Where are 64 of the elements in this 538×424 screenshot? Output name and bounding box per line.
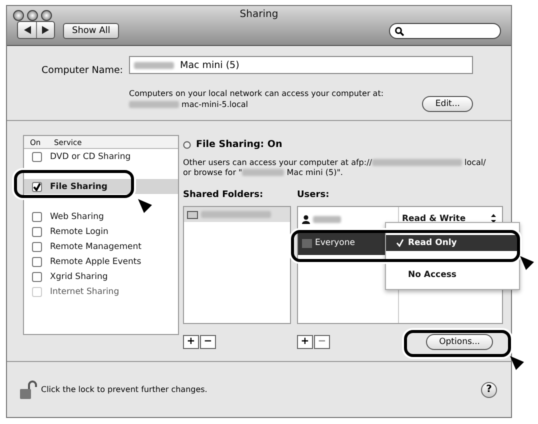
checkbox[interactable] [32,182,42,192]
status-title: File Sharing: On [196,139,282,150]
pointer-arrow-icon [520,256,534,270]
checkbox[interactable] [32,272,42,282]
person-icon [302,214,310,224]
network-note: Computers on your local network can access your computer at: [129,88,384,99]
folder-icon [187,210,198,219]
service-name: DVD or CD Sharing [50,152,131,162]
checkbox[interactable] [32,242,42,252]
options-button[interactable]: Options... [426,334,493,350]
service-name: Remote Apple Events [50,256,142,266]
service-row[interactable]: File Sharing [24,179,178,194]
service-name: Web Sharing [50,212,104,222]
folder-row[interactable] [184,207,290,222]
check-icon [33,182,41,190]
show-all-button[interactable]: Show All [63,23,120,39]
service-name: Internet Sharing [50,286,120,296]
up-down-arrows-icon [491,214,496,223]
menu-item[interactable]: Read Only [386,235,519,251]
window-title: Sharing [238,9,280,20]
checkbox[interactable] [32,226,42,236]
group-icon [302,238,312,248]
user-row[interactable]: Read & Write [298,207,502,231]
unlocked-padlock-icon [19,380,37,400]
computer-name-label: Computer Name: [42,64,123,76]
shared-folders-label: Shared Folders: [183,190,264,200]
checkbox[interactable] [32,152,42,162]
status-dot-icon [183,140,191,148]
search-field[interactable] [389,23,501,39]
add-folder-button[interactable]: + [183,335,199,349]
add-user-button[interactable]: + [297,335,313,349]
access-popup[interactable]: Read & Write [398,214,502,224]
search-icon [395,26,404,36]
menu-item[interactable]: No Access [386,267,519,283]
window-control-icon[interactable] [27,10,38,21]
pointer-arrow-icon [510,356,524,370]
checkbox[interactable] [32,256,42,266]
service-row[interactable]: Xgrid Sharing [24,269,178,284]
lock-message: Click the lock to prevent further changes. [41,385,208,394]
left-triangle-icon [24,26,30,34]
service-name: Xgrid Sharing [50,272,108,282]
local-address: mac-mini-5.local [129,99,384,110]
service-name: Remote Login [50,226,108,236]
users-label: Users: [297,190,330,200]
window-control-icon[interactable] [41,10,52,21]
service-row[interactable]: Web Sharing [24,209,178,224]
pointer-arrow-icon [138,199,152,213]
window-control-icon[interactable] [13,10,24,21]
service-name: File Sharing [50,182,108,192]
status-description: Other users can access your computer at afp:// local/ or browse for " Mac mini (5)". [183,158,487,178]
user-name: Everyone [315,238,355,248]
service-name: Remote Management [50,242,142,252]
service-row[interactable]: Remote Apple Events [24,254,178,269]
service-row[interactable]: Remote Login [24,224,178,239]
service-row[interactable]: Remote Management [24,239,178,254]
checkbox[interactable] [32,212,42,222]
computer-name-field[interactable]: Mac mini (5) [129,56,473,74]
edit-button[interactable]: Edit... [422,96,473,112]
right-triangle-icon [42,26,49,34]
help-button[interactable]: ? [481,382,497,398]
remove-user-button[interactable]: − [314,335,330,349]
service-row[interactable]: DVD or CD Sharing [24,149,178,164]
remove-folder-button[interactable]: − [200,335,216,349]
checkmark-icon [396,239,404,247]
